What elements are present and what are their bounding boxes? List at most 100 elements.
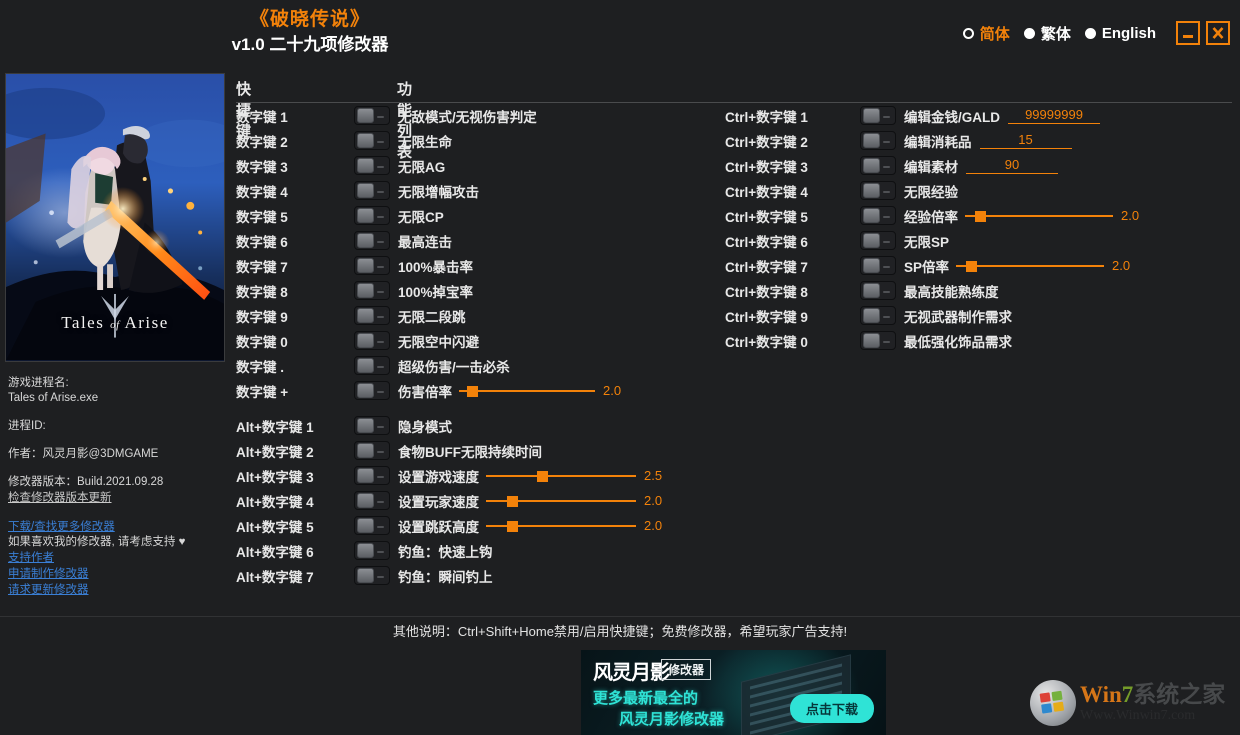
slider-handle[interactable] [507,521,518,532]
cheat-toggle-switch[interactable] [354,281,390,300]
toggle-dash-icon [377,316,384,318]
toggle-dash-icon [883,341,890,343]
request-update-link[interactable]: 请求更新修改器 [8,582,223,598]
cheat-value-input[interactable]: 15 [980,132,1072,149]
author-label: 作者：风灵月影@3DMGAME [8,447,223,462]
cheat-toggle-switch[interactable] [354,381,390,400]
toggle-knob [357,418,374,433]
toggle-dash-icon [883,216,890,218]
slider-handle[interactable] [507,496,518,507]
toggle-dash-icon [377,451,384,453]
cheat-toggle-switch[interactable] [354,491,390,510]
ad-line-1: 更多最新最全的 [593,687,698,708]
cheat-toggle-switch[interactable] [354,181,390,200]
cheat-function-label: 最高技能熟练度 [904,281,999,301]
cheat-slider[interactable] [965,207,1113,225]
cheat-toggle-switch[interactable] [354,256,390,275]
slider-handle[interactable] [975,211,986,222]
trainer-build-label: 修改器版本：Build.2021.09.28 [8,475,223,490]
cheat-slider[interactable] [486,517,636,535]
cheat-toggle-switch[interactable] [354,231,390,250]
toggle-dash-icon [883,191,890,193]
toggle-knob [863,258,880,273]
cheat-toggle-switch[interactable] [860,231,896,250]
toggle-knob [357,308,374,323]
cheat-row: 数字键 0无限空中闪避 [236,328,479,353]
cheat-toggle-switch[interactable] [860,156,896,175]
cheat-toggle-switch[interactable] [354,541,390,560]
cheat-toggle-switch[interactable] [354,566,390,585]
cheat-toggle-switch[interactable] [354,356,390,375]
watermark-rest: 系统之家 [1133,682,1225,707]
cheat-function-label: 无限经验 [904,181,958,201]
cheat-toggle-switch[interactable] [354,516,390,535]
slider-handle[interactable] [467,386,478,397]
support-author-link[interactable]: 支持作者 [8,550,223,566]
cheat-toggle-switch[interactable] [860,106,896,125]
minimize-button[interactable] [1176,21,1200,45]
close-button[interactable] [1206,21,1230,45]
process-id-label: 进程ID: [8,419,223,434]
cheat-toggle-switch[interactable] [354,331,390,350]
toggle-dash-icon [377,116,384,118]
toggle-dash-icon [377,266,384,268]
language-selector: 简体 繁体 English [963,21,1230,45]
cheat-toggle-switch[interactable] [354,106,390,125]
cheat-row: Alt+数字键 5设置跳跃高度2.0 [236,513,662,538]
toggle-dash-icon [377,141,384,143]
cheat-function-label: 无限AG [398,156,445,176]
download-more-link[interactable]: 下载/查找更多修改器 [8,519,223,535]
cheat-toggle-switch[interactable] [354,156,390,175]
cheat-toggle-switch[interactable] [354,441,390,460]
toggle-dash-icon [377,216,384,218]
cheat-hotkey-label: 数字键 8 [236,281,354,301]
check-update-link[interactable]: 检查修改器版本更新 [8,490,223,506]
cheat-slider[interactable] [486,492,636,510]
cheat-function-label: 无限生命 [398,131,452,151]
cheat-value-input[interactable]: 99999999 [1008,107,1100,124]
slider-handle[interactable] [537,471,548,482]
cheat-toggle-switch[interactable] [354,206,390,225]
cheat-row: Ctrl+数字键 1编辑金钱/GALD99999999 [725,103,1100,128]
cheat-row: Ctrl+数字键 2编辑消耗品15 [725,128,1072,153]
cheat-toggle-switch[interactable] [860,281,896,300]
lang-option-traditional[interactable]: 繁体 [1024,23,1071,44]
lang-option-simplified[interactable]: 简体 [963,23,1010,44]
cheat-toggle-switch[interactable] [860,306,896,325]
lang-label-english: English [1102,25,1156,42]
cheat-toggle-switch[interactable] [860,131,896,150]
cheat-toggle-switch[interactable] [860,256,896,275]
ad-download-button[interactable]: 点击下载 [790,694,874,723]
radio-icon [1085,28,1096,39]
cheat-row: Ctrl+数字键 6无限SP [725,228,949,253]
lang-option-english[interactable]: English [1085,25,1156,42]
toggle-dash-icon [377,341,384,343]
cheat-toggle-switch[interactable] [354,306,390,325]
lang-label-simplified: 简体 [980,23,1010,44]
cheat-row: 数字键 3无限AG [236,153,445,178]
cheat-hotkey-label: 数字键 . [236,356,354,376]
cheat-slider[interactable] [486,467,636,485]
cheat-slider[interactable] [956,257,1104,275]
toggle-dash-icon [883,291,890,293]
cheat-toggle-switch[interactable] [860,331,896,350]
cheat-toggle-switch[interactable] [354,416,390,435]
radio-icon [963,28,974,39]
cheat-function-label: 最高连击 [398,231,452,251]
toggle-knob [357,183,374,198]
cheat-hotkey-label: Ctrl+数字键 9 [725,306,860,326]
advertisement-banner[interactable]: 风灵月影 修改器 更多最新最全的 风灵月影修改器 点击下载 [581,650,886,735]
toggle-dash-icon [377,576,384,578]
slider-handle[interactable] [966,261,977,272]
toggle-dash-icon [377,526,384,528]
cheat-toggle-switch[interactable] [860,181,896,200]
cheat-toggle-switch[interactable] [354,466,390,485]
cheat-hotkey-label: 数字键 9 [236,306,354,326]
site-watermark: Win7系统之家 Www.Winwin7.com [1030,675,1236,731]
cheat-value-input[interactable]: 90 [966,157,1058,174]
request-trainer-link[interactable]: 申请制作修改器 [8,566,223,582]
watermark-win: Win [1080,682,1122,707]
cheat-toggle-switch[interactable] [860,206,896,225]
cheat-slider[interactable] [459,382,595,400]
cheat-toggle-switch[interactable] [354,131,390,150]
